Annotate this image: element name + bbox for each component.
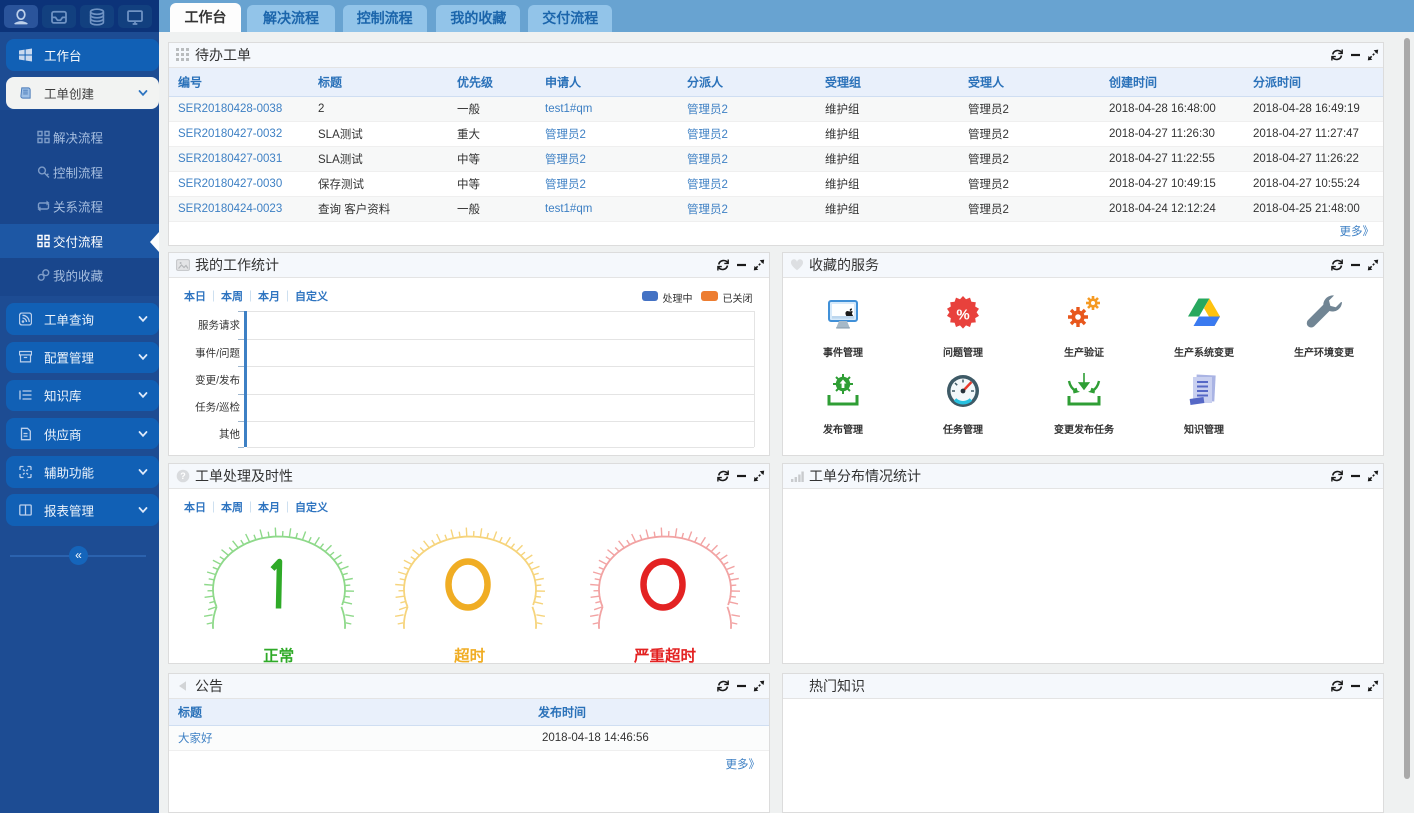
svg-text:%: % (956, 307, 969, 324)
svg-text:?: ? (180, 471, 186, 481)
